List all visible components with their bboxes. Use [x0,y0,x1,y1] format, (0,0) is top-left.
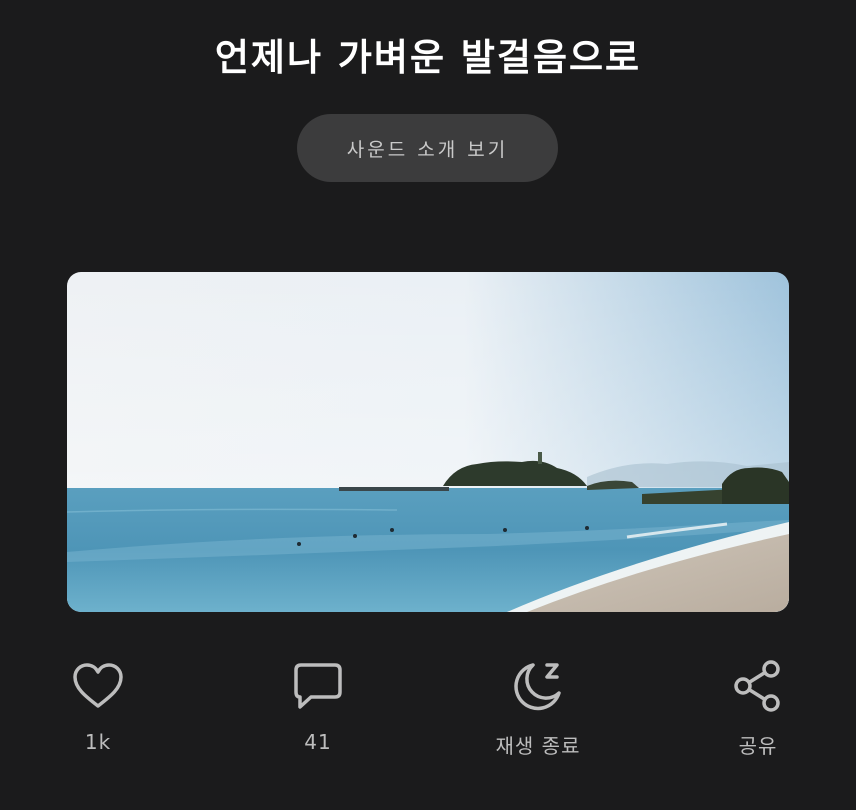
page-title: 언제나 가벼운 발걸음으로 [214,36,642,79]
comment-icon [288,656,348,716]
sound-detail-page: 언제나 가벼운 발걸음으로 사운드 소개 보기 1k 41 재생 종료 공유 [0,0,856,810]
sleep-timer-button[interactable]: 재생 종료 [473,656,603,766]
heart-icon [68,656,128,716]
moon-sleep-icon [508,656,568,716]
sound-intro-button[interactable]: 사운드 소개 보기 [297,114,558,182]
share-icon [728,656,788,716]
comment-count: 41 [304,730,332,754]
sleep-timer-label: 재생 종료 [495,734,581,758]
share-button[interactable]: 공유 [693,656,823,766]
cover-image [67,272,789,612]
like-button[interactable]: 1k [33,656,163,766]
share-label: 공유 [738,734,778,758]
like-count: 1k [84,730,112,754]
comment-button[interactable]: 41 [253,656,383,766]
